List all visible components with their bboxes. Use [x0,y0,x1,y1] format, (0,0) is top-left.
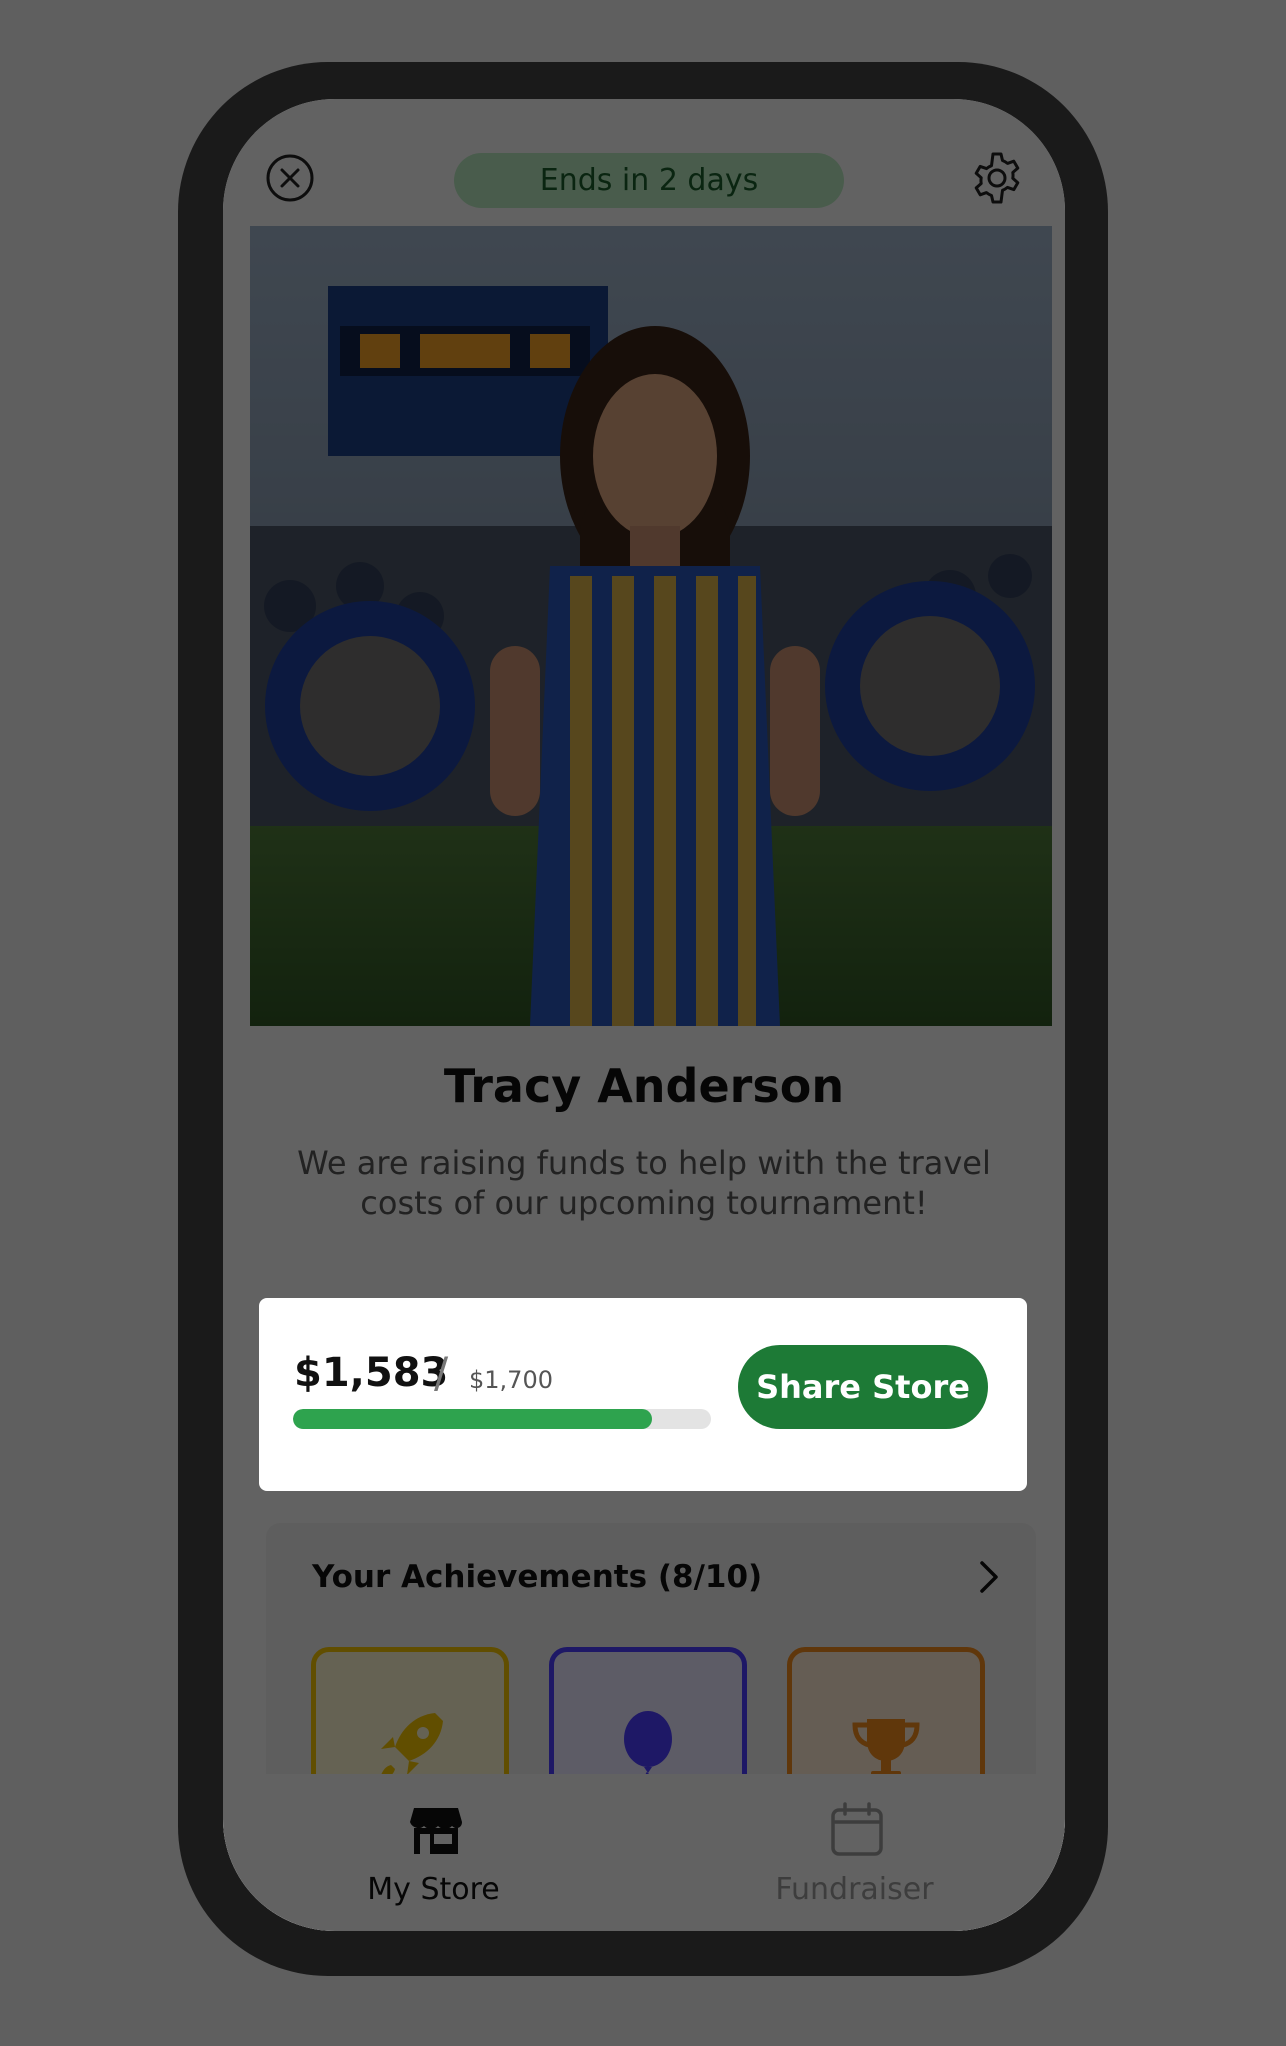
progress-bar-fill [293,1409,653,1429]
progress-card: $1,583 / $1,700 Share Store [259,1298,1027,1491]
gear-icon[interactable] [969,150,1025,206]
fundraiser-description: We are raising funds to help with the tr… [297,1144,991,1222]
app-screen: Ends in 2 days Tracy Anderson We are rai… [223,99,1065,1931]
participant-name: Tracy Anderson [443,1059,845,1113]
close-icon[interactable] [265,153,315,203]
ends-badge: Ends in 2 days [454,153,844,208]
tab-label: Fundraiser [775,1872,934,1907]
tab-my-store[interactable]: My Store [223,1774,644,1931]
share-store-button[interactable]: Share Store [738,1345,988,1429]
store-icon [408,1802,464,1858]
amount-separator: / [434,1348,449,1397]
amount-goal: $1,700 [469,1366,553,1394]
progress-bar [293,1409,711,1429]
tab-fundraiser[interactable]: Fundraiser [644,1774,1065,1931]
chevron-right-icon[interactable] [974,1557,1004,1597]
amount-raised: $1,583 [294,1350,449,1396]
achievements-title: Your Achievements (8/10) [312,1559,763,1595]
calendar-icon [829,1802,885,1858]
profile-photo [250,226,1052,1026]
bottom-tab-bar: My Store Fundraiser [223,1774,1065,1931]
tab-label: My Store [367,1872,500,1907]
